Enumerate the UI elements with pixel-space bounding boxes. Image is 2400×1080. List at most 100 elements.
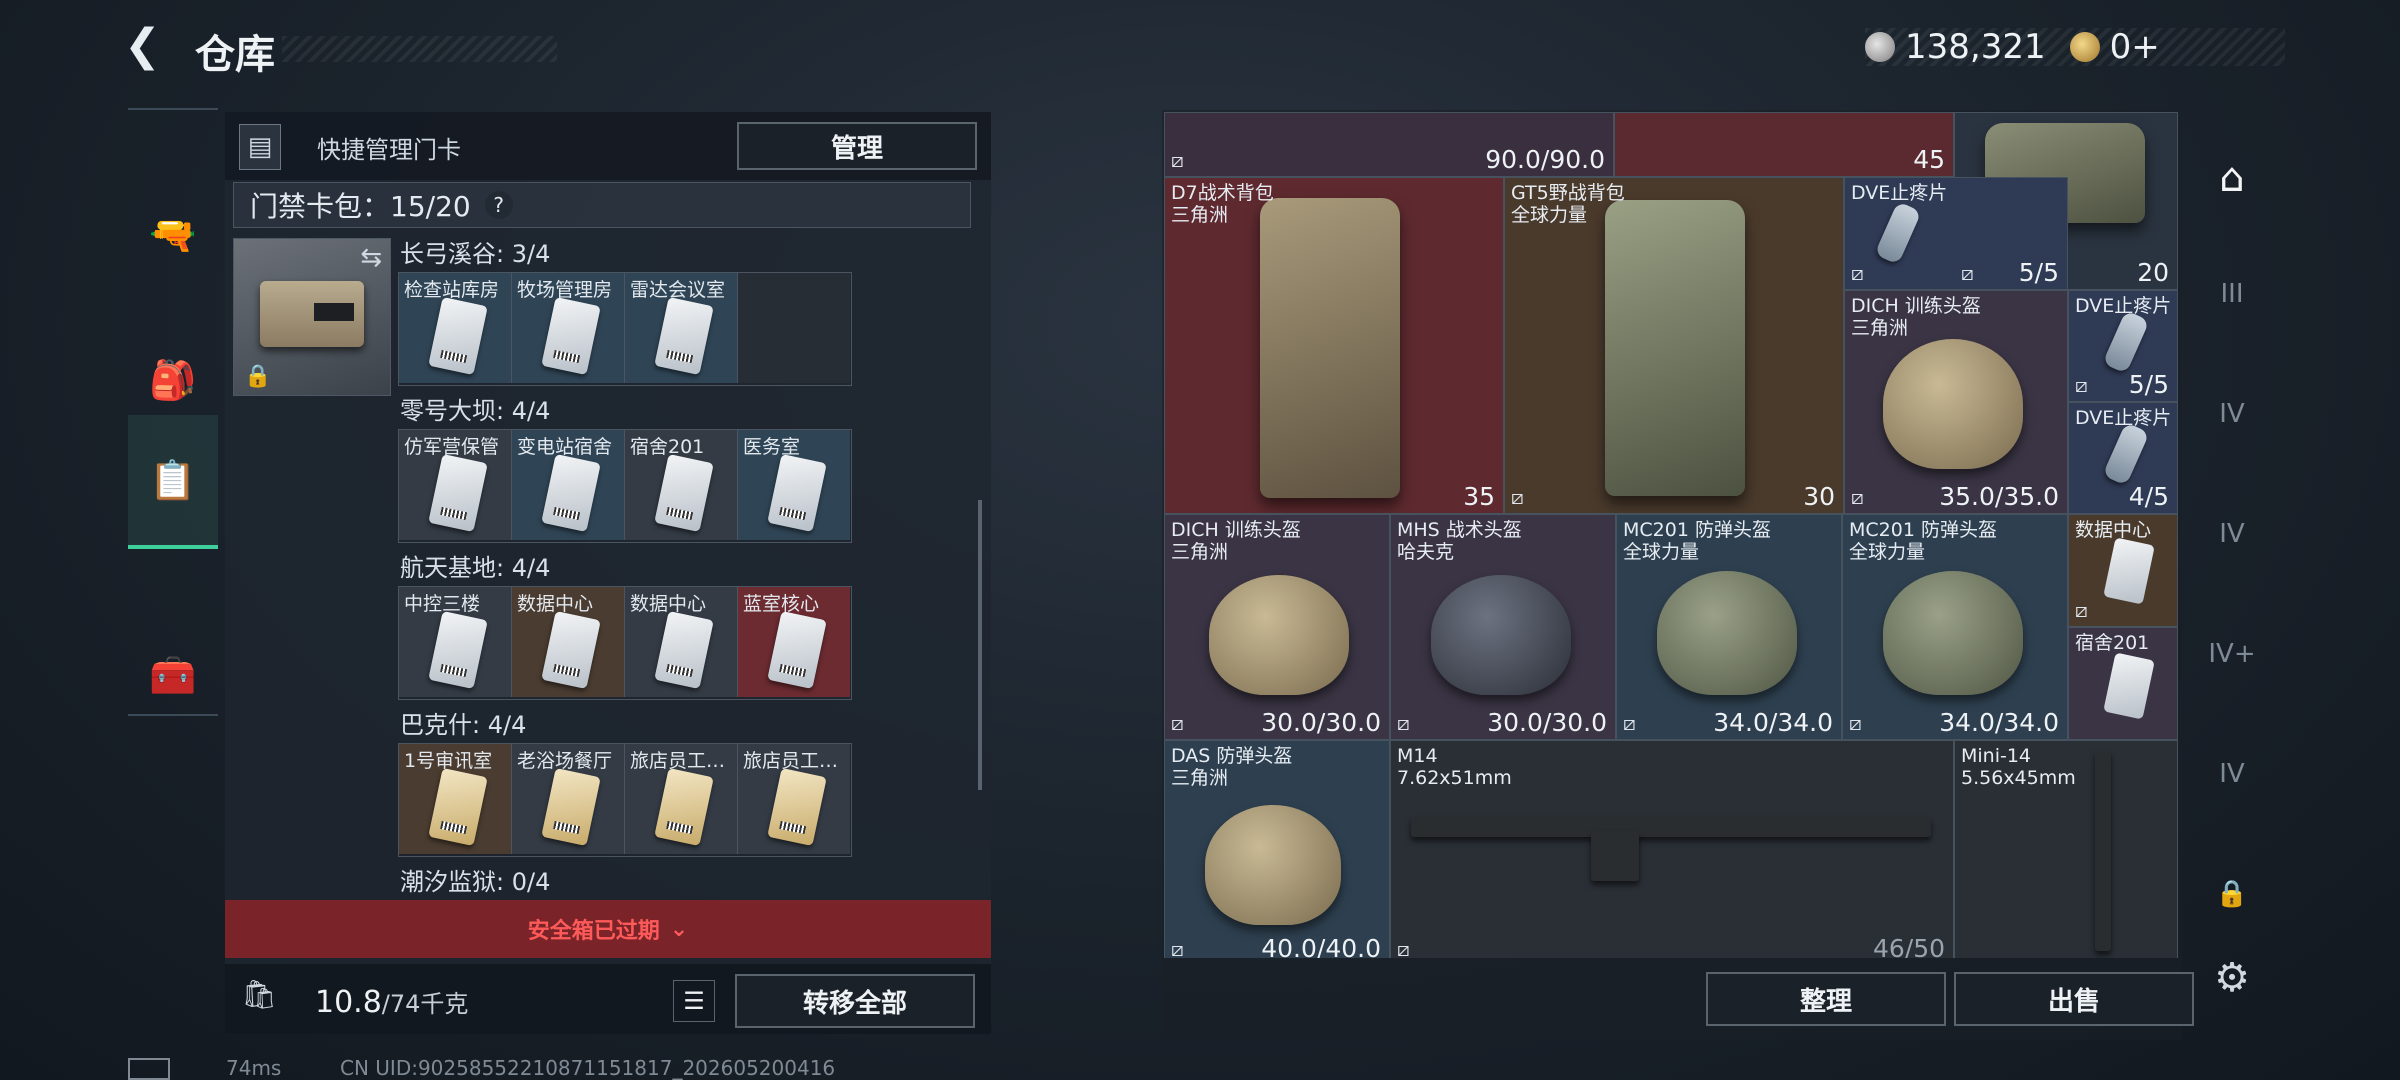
card-slot[interactable]: 医务室 xyxy=(738,430,850,540)
card-name: 雷达会议室 xyxy=(630,279,726,301)
keycard-tab-icon[interactable]: 📋 xyxy=(128,415,218,549)
card-slot[interactable]: 检查站库房 xyxy=(399,273,512,383)
lock-icon: 🔒 xyxy=(244,364,272,389)
card-slot-empty[interactable] xyxy=(738,273,850,383)
wallet-count: 门禁卡包：15/20 xyxy=(250,190,471,223)
backpack-image xyxy=(1605,200,1745,496)
stash-tab-3-icon[interactable]: III xyxy=(2204,266,2260,322)
help-icon[interactable]: ? xyxy=(484,191,513,219)
item-value: 35.0/35.0 xyxy=(1939,482,2059,511)
stash-item[interactable]: D7战术背包 三角洲 35 xyxy=(1164,177,1504,514)
stash-item[interactable]: DVE止疼片 ⧄ 5/5 xyxy=(2068,290,2178,402)
stash-tab-4c-icon[interactable]: IV xyxy=(2204,746,2260,802)
keycard-image xyxy=(2103,652,2155,720)
region-label: 零号大坝: 4/4 xyxy=(400,397,551,425)
card-name: 老浴场餐厅 xyxy=(517,750,613,772)
keycard-image xyxy=(541,453,601,533)
scrollbar[interactable] xyxy=(978,500,982,790)
card-slot[interactable]: 宿舍201 xyxy=(625,430,738,540)
card-name: 中控三楼 xyxy=(404,593,481,615)
weapon-tab-icon[interactable]: 🔫 xyxy=(128,170,218,300)
manage-button[interactable]: 管理 xyxy=(737,122,977,170)
stash-item[interactable]: ⧄ 90.0/90.0 xyxy=(1164,112,1614,177)
stash-add-icon[interactable]: IV+ xyxy=(2204,626,2260,682)
keycard-case-thumbnail[interactable]: ⇆ 🔒 xyxy=(233,238,391,396)
card-slot[interactable]: 仿军营保管 xyxy=(399,430,512,540)
gold-amount[interactable]: 0+ xyxy=(2110,27,2160,67)
stash-item[interactable]: MHS 战术头盔 哈夫克 ⧄ 30.0/30.0 xyxy=(1390,514,1616,740)
chevron-down-icon: ⌄ xyxy=(669,916,689,942)
keycard-image xyxy=(654,453,714,533)
painkiller-image xyxy=(2102,310,2150,374)
card-name: 宿舍201 xyxy=(630,436,705,458)
region-label: 潮汐监狱: 0/4 xyxy=(400,868,551,896)
item-name: 数据中心 xyxy=(2075,519,2152,541)
safebox-expired-banner[interactable]: 安全箱已过期 ⌄ xyxy=(225,900,991,958)
backpack-image xyxy=(1260,198,1400,498)
sell-button[interactable]: 出售 xyxy=(1954,972,2194,1026)
card-name: 旅店员工… xyxy=(743,750,839,772)
keycard-image xyxy=(541,767,601,847)
swap-icon[interactable]: ⇆ xyxy=(360,243,382,273)
card-row: 1号审讯室 老浴场餐厅 旅店员工… 旅店员工… xyxy=(398,743,852,857)
card-slot[interactable]: 老浴场餐厅 xyxy=(512,744,625,854)
stash-item[interactable]: Mini-14 5.56x45mm xyxy=(1954,740,2178,958)
stash-item[interactable]: DVE止疼片 ⧄ 5/5 xyxy=(1844,177,2068,290)
item-value: 5/5 xyxy=(2018,258,2059,287)
weight-max: /74千克 xyxy=(381,990,469,1018)
stash-item[interactable]: MC201 防弹头盔 全球力量 ⧄ 34.0/34.0 xyxy=(1842,514,2068,740)
card-slot[interactable]: 数据中心 xyxy=(625,587,738,697)
item-name: DVE止疼片 xyxy=(1851,182,1948,204)
stash-item[interactable]: DICH 训练头盔 三角洲 ⧄ 35.0/35.0 xyxy=(1844,290,2068,514)
list-icon[interactable]: ☰ xyxy=(673,980,715,1022)
helmet-image xyxy=(1205,805,1341,925)
card-slot[interactable]: 牧场管理房 xyxy=(512,273,625,383)
keycard-image xyxy=(654,610,714,690)
card-slot[interactable]: 蓝室核心 xyxy=(738,587,850,697)
item-value: 30.0/30.0 xyxy=(1261,708,1381,737)
transfer-all-button[interactable]: 转移全部 xyxy=(735,974,975,1028)
card-slot[interactable]: 1号审讯室 xyxy=(399,744,512,854)
card-slot[interactable]: 雷达会议室 xyxy=(625,273,738,383)
card-name: 仿军营保管 xyxy=(404,436,500,458)
stash-item[interactable]: GT5野战背包 全球力量 ⧄ 30 xyxy=(1504,177,1844,514)
item-value: 4/5 xyxy=(2128,482,2169,511)
card-row: 仿军营保管 变电站宿舍 宿舍201 医务室 xyxy=(398,429,852,543)
item-value: 20 xyxy=(2137,258,2169,287)
stash-tab-4a-icon[interactable]: IV xyxy=(2204,386,2260,442)
no-insure-icon: ⧄ xyxy=(2075,373,2088,397)
item-name: 宿舍201 xyxy=(2075,632,2150,654)
stash-item[interactable]: M14 7.62x51mm ⧄ 46/50 xyxy=(1390,740,1954,958)
toolbox-tab-icon[interactable]: 🧰 xyxy=(128,610,218,740)
silver-coin-icon xyxy=(1865,32,1895,62)
card-slot[interactable]: 变电站宿舍 xyxy=(512,430,625,540)
sort-button[interactable]: 整理 xyxy=(1706,972,1946,1026)
back-arrow-icon[interactable]: ❮ xyxy=(124,22,172,70)
stash-item[interactable]: DVE止疼片 4/5 xyxy=(2068,402,2178,514)
item-value: 5/5 xyxy=(2128,370,2169,399)
painkiller-image xyxy=(1874,201,1922,265)
keycard-image xyxy=(428,610,488,690)
stash-item[interactable]: 数据中心 ⧄ xyxy=(2068,514,2178,627)
card-slot[interactable]: 旅店员工… xyxy=(625,744,738,854)
stash-home-icon[interactable]: ⌂ xyxy=(2204,150,2260,206)
card-slot[interactable]: 中控三楼 xyxy=(399,587,512,697)
category-tabs: 🔫 🎒 📋 🧰 xyxy=(128,108,218,716)
card-slot[interactable]: 旅店员工… xyxy=(738,744,850,854)
card-slot[interactable]: 数据中心 xyxy=(512,587,625,697)
item-name: M14 7.62x51mm xyxy=(1397,745,1512,789)
rifle-image xyxy=(2095,751,2111,951)
stash-item[interactable]: DICH 训练头盔 三角洲 ⧄ 30.0/30.0 xyxy=(1164,514,1390,740)
keycard-image xyxy=(767,453,827,533)
stash-lock-icon[interactable]: 🔒 xyxy=(2204,866,2260,922)
stash-tab-4b-icon[interactable]: IV xyxy=(2204,506,2260,562)
stash-item[interactable]: 宿舍201 xyxy=(2068,627,2178,740)
stash-item[interactable]: DAS 防弹头盔 三角洲 ⧄ 40.0/40.0 xyxy=(1164,740,1390,958)
no-insure-icon: ⧄ xyxy=(1171,937,1184,958)
settings-gear-icon[interactable]: ⚙ xyxy=(2204,950,2260,1006)
item-name: Mini-14 5.56x45mm xyxy=(1961,745,2076,789)
stash-item[interactable]: MC201 防弹头盔 全球力量 ⧄ 34.0/34.0 xyxy=(1616,514,1842,740)
weight-current: 10.8 xyxy=(315,985,382,1020)
item-value: 34.0/34.0 xyxy=(1713,708,1833,737)
stash-item[interactable]: 45 xyxy=(1614,112,1954,177)
